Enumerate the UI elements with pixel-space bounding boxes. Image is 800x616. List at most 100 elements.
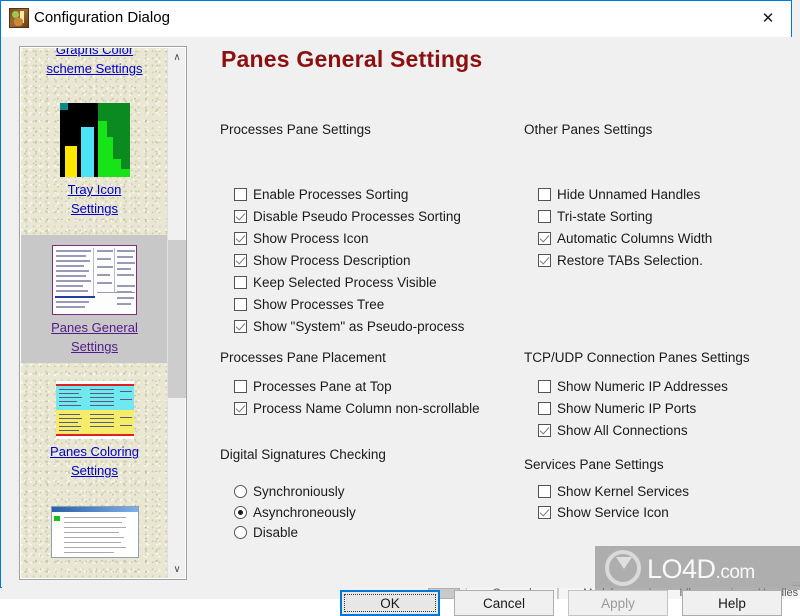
sidebar-scrollbar[interactable]: ∧ ∨ [167,48,186,578]
label-processes-pane-at-top: Processes Pane at Top [253,379,392,394]
option-disable[interactable]: Disable [234,525,298,540]
group-label-other-panes-settings: Other Panes Settings [524,122,653,137]
sidebar-item-panes-coloring[interactable]: Panes Coloring Settings [21,373,168,491]
option-show-kernel-services[interactable]: Show Kernel Services [538,484,689,499]
label-hide-unnamed-handles: Hide Unnamed Handles [557,187,701,202]
settings-page-list[interactable]: Graphs Color scheme Settings Tray Icon S… [19,46,187,580]
close-icon[interactable]: ✕ [745,1,791,35]
option-tri-state-sorting[interactable]: Tri-state Sorting [538,209,653,224]
label-show-process-icon: Show Process Icon [253,231,369,246]
scroll-down-icon[interactable]: ∨ [168,560,186,578]
label-process-name-column-non-scrollable: Process Name Column non-scrollable [253,401,480,416]
sidebar-item-panes-coloring-label-1: Panes Coloring [50,444,139,459]
option-show-process-description[interactable]: Show Process Description [234,253,411,268]
ok-button-label: OK [344,594,436,612]
option-disable-pseudo-processes-sorting[interactable]: Disable Pseudo Processes Sorting [234,209,461,224]
sidebar-item-graphs-color[interactable]: Graphs Color scheme Settings [21,48,168,88]
checkbox-keep-selected-process-visible[interactable] [234,276,247,289]
group-label-digital-signatures-checking: Digital Signatures Checking [220,447,386,462]
ok-button[interactable]: OK [340,590,440,616]
group-label-services-pane-settings: Services Pane Settings [524,457,664,472]
checkbox-disable-pseudo-processes-sorting[interactable] [234,210,247,223]
option-show-service-icon[interactable]: Show Service Icon [538,505,669,520]
label-show-numeric-ip-addresses: Show Numeric IP Addresses [557,379,728,394]
option-keep-selected-process-visible[interactable]: Keep Selected Process Visible [234,275,437,290]
option-enable-processes-sorting[interactable]: Enable Processes Sorting [234,187,408,202]
label-show-process-description: Show Process Description [253,253,411,268]
sidebar-item-graphs-color-label-2: scheme Settings [46,61,143,76]
label-tri-state-sorting: Tri-state Sorting [557,209,653,224]
radio-synchroniously[interactable] [234,485,247,498]
option-show-process-icon[interactable]: Show Process Icon [234,231,369,246]
option-automatic-columns-width[interactable]: Automatic Columns Width [538,231,712,246]
checkbox-process-name-column-non-scrollable[interactable] [234,402,247,415]
label-show-numeric-ip-ports: Show Numeric IP Ports [557,401,697,416]
checkbox-hide-unnamed-handles[interactable] [538,188,551,201]
checkbox-enable-processes-sorting[interactable] [234,188,247,201]
group-label-processes-pane-settings: Processes Pane Settings [220,122,371,137]
option-synchroniously[interactable]: Synchroniously [234,484,345,499]
option-show-system-as-pseudo-process[interactable]: Show "System" as Pseudo-process [234,319,464,334]
option-show-all-connections[interactable]: Show All Connections [538,423,688,438]
window-title: Configuration Dialog [34,9,170,26]
sidebar-item-tray-icon-label-1: Tray Icon [67,182,122,197]
scrollbar-thumb[interactable] [168,240,186,398]
sidebar-item-panes-general-label-2: Settings [71,339,118,354]
label-show-service-icon: Show Service Icon [557,505,669,520]
option-show-numeric-ip-ports[interactable]: Show Numeric IP Ports [538,401,696,416]
label-enable-processes-sorting: Enable Processes Sorting [253,187,409,202]
sidebar-item-panes-coloring-label-2: Settings [71,463,118,478]
label-restore-tabs-selection: Restore TABs Selection. [557,253,703,268]
radio-disable[interactable] [234,526,247,539]
checkbox-show-system-as-pseudo-process[interactable] [234,320,247,333]
panes-coloring-thumb [55,381,134,439]
sidebar-item-tray-icon-label-2: Settings [71,201,118,216]
dialog-client-area: Graphs Color scheme Settings Tray Icon S… [2,37,792,616]
sidebar-item-panes-general[interactable]: Panes General Settings [21,235,168,363]
sidebar-item-next-partial[interactable] [21,500,168,578]
checkbox-tri-state-sorting[interactable] [538,210,551,223]
app-icon [9,8,29,28]
title-bar[interactable]: Configuration Dialog ✕ [1,1,791,37]
radio-asynchroneously[interactable] [234,506,247,519]
group-label-processes-pane-placement: Processes Pane Placement [220,350,386,365]
checkbox-show-process-icon[interactable] [234,232,247,245]
option-show-numeric-ip-addresses[interactable]: Show Numeric IP Addresses [538,379,728,394]
checkbox-show-kernel-services[interactable] [538,485,551,498]
label-show-processes-tree: Show Processes Tree [253,297,385,312]
cancel-button[interactable]: Cancel [454,590,554,616]
checkbox-processes-pane-at-top[interactable] [234,380,247,393]
option-hide-unnamed-handles[interactable]: Hide Unnamed Handles [538,187,700,202]
option-process-name-column-non-scrollable[interactable]: Process Name Column non-scrollable [234,401,480,416]
label-keep-selected-process-visible: Keep Selected Process Visible [253,275,437,290]
label-disable: Disable [253,525,299,540]
checkbox-show-numeric-ip-addresses[interactable] [538,380,551,393]
settings-page-list-inner: Graphs Color scheme Settings Tray Icon S… [21,48,168,578]
option-restore-tabs-selection[interactable]: Restore TABs Selection. [538,253,703,268]
apply-button: Apply [568,590,668,616]
label-automatic-columns-width: Automatic Columns Width [557,231,713,246]
label-synchroniously: Synchroniously [253,484,345,499]
option-show-processes-tree[interactable]: Show Processes Tree [234,297,384,312]
checkbox-show-service-icon[interactable] [538,506,551,519]
label-asynchroneously: Asynchroneously [253,505,356,520]
sidebar-item-tray-icon[interactable]: Tray Icon Settings [21,96,168,218]
option-processes-pane-at-top[interactable]: Processes Pane at Top [234,379,392,394]
help-button[interactable]: Help [682,590,782,616]
checkbox-restore-tabs-selection[interactable] [538,254,551,267]
panes-general-thumb [52,245,137,315]
checkbox-show-all-connections[interactable] [538,424,551,437]
group-label-tcp-udp-connection-panes-settings: TCP/UDP Connection Panes Settings [524,350,750,365]
sidebar-item-panes-general-label-1: Panes General [51,320,138,335]
checkbox-show-numeric-ip-ports[interactable] [538,402,551,415]
option-asynchroneously[interactable]: Asynchroneously [234,505,356,520]
label-disable-pseudo-processes-sorting: Disable Pseudo Processes Sorting [253,209,461,224]
sidebar-item-graphs-color-label-1: Graphs Color [55,48,134,57]
checkbox-show-process-description[interactable] [234,254,247,267]
checkbox-automatic-columns-width[interactable] [538,232,551,245]
next-page-thumb [50,506,139,558]
label-show-all-connections: Show All Connections [557,423,688,438]
checkbox-show-processes-tree[interactable] [234,298,247,311]
label-show-kernel-services: Show Kernel Services [557,484,690,499]
scroll-up-icon[interactable]: ∧ [168,48,186,66]
